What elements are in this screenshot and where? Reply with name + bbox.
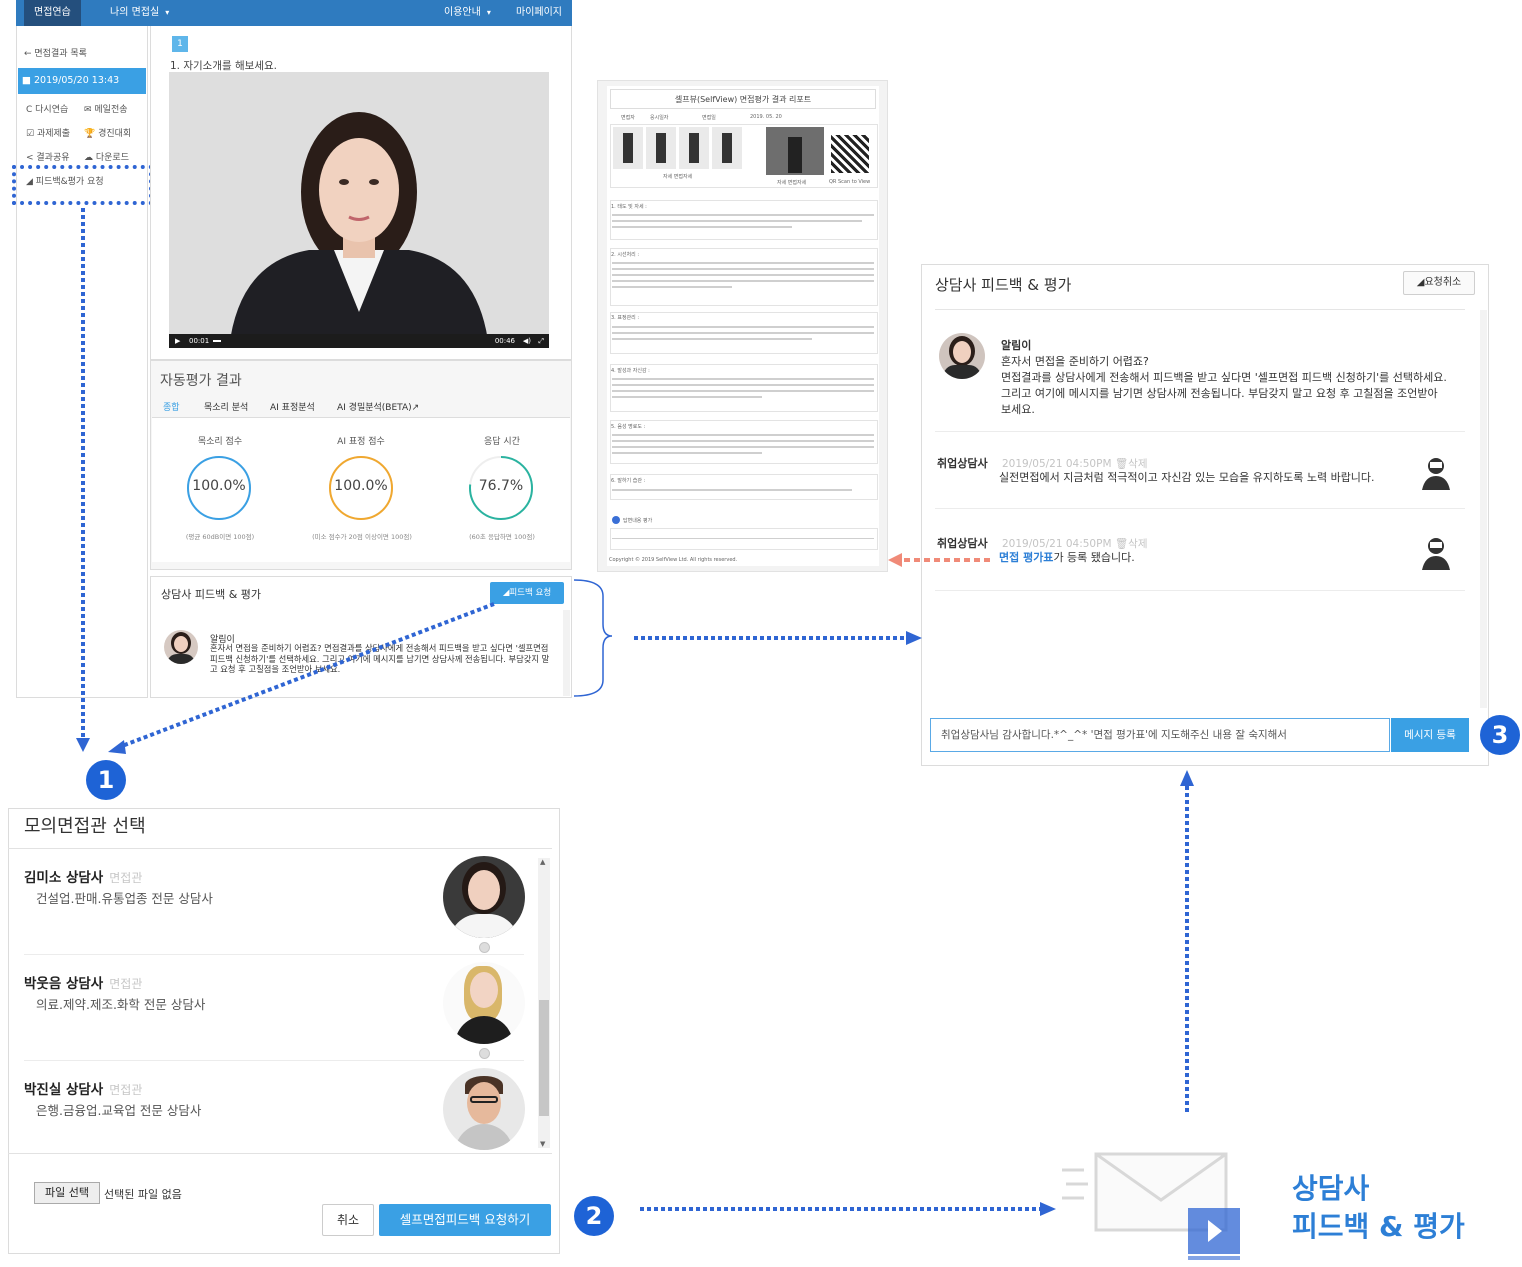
flow-arrows [76,208,1194,1216]
step-3-badge: 3 [1480,715,1520,755]
final-label-line1: 상담사 [1292,1172,1370,1205]
final-label-line2: 피드백 & 평가 [1292,1210,1465,1243]
step-1-badge: 1 [86,760,126,800]
step-2-badge: 2 [574,1196,614,1236]
envelope-video-icon [1062,1152,1240,1260]
